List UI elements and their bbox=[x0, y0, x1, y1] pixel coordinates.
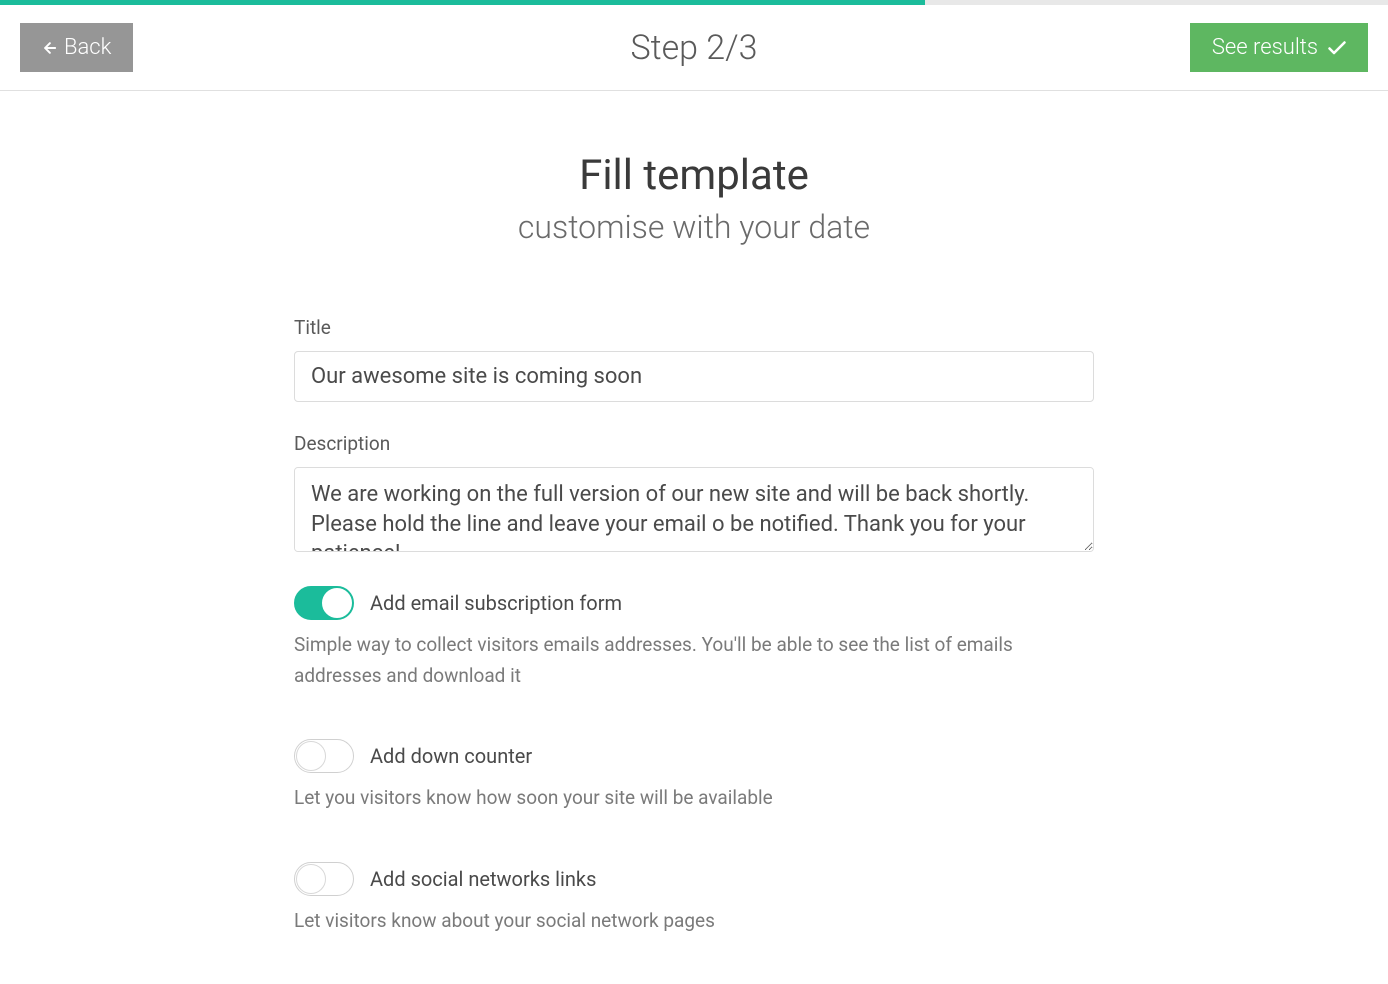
progress-bar bbox=[0, 0, 1388, 5]
toggle-knob bbox=[322, 588, 352, 618]
see-results-button[interactable]: See results bbox=[1190, 23, 1368, 72]
page-subheading: customise with your date bbox=[294, 208, 1094, 246]
progress-fill bbox=[0, 0, 925, 5]
social-toggle-group: Add social networks links Let visitors k… bbox=[294, 862, 1094, 936]
back-button[interactable]: Back bbox=[20, 23, 133, 72]
down-counter-toggle[interactable] bbox=[294, 739, 354, 773]
check-icon bbox=[1328, 41, 1346, 55]
counter-toggle-group: Add down counter Let you visitors know h… bbox=[294, 739, 1094, 813]
toggle-knob bbox=[296, 864, 326, 894]
social-links-toggle[interactable] bbox=[294, 862, 354, 896]
toggle-knob bbox=[296, 741, 326, 771]
counter-toggle-description: Let you visitors know how soon your site… bbox=[294, 783, 1094, 813]
content: Fill template customise with your date T… bbox=[274, 151, 1114, 936]
email-toggle-description: Simple way to collect visitors emails ad… bbox=[294, 630, 1094, 691]
description-textarea[interactable]: We are working on the full version of ou… bbox=[294, 467, 1094, 552]
social-toggle-label: Add social networks links bbox=[370, 867, 596, 891]
step-indicator: Step 2/3 bbox=[630, 28, 757, 68]
description-label: Description bbox=[294, 432, 1094, 455]
email-toggle-group: Add email subscription form Simple way t… bbox=[294, 586, 1094, 691]
description-group: Description We are working on the full v… bbox=[294, 432, 1094, 556]
header: Back Step 2/3 See results bbox=[0, 5, 1388, 91]
see-results-label: See results bbox=[1212, 35, 1318, 60]
arrow-left-icon bbox=[42, 41, 56, 55]
title-input[interactable] bbox=[294, 351, 1094, 402]
email-toggle-label: Add email subscription form bbox=[370, 591, 622, 615]
title-label: Title bbox=[294, 316, 1094, 339]
title-group: Title bbox=[294, 316, 1094, 402]
back-button-label: Back bbox=[64, 35, 111, 60]
email-subscription-toggle[interactable] bbox=[294, 586, 354, 620]
counter-toggle-label: Add down counter bbox=[370, 744, 532, 768]
page-heading: Fill template bbox=[294, 151, 1094, 200]
social-toggle-description: Let visitors know about your social netw… bbox=[294, 906, 1094, 936]
